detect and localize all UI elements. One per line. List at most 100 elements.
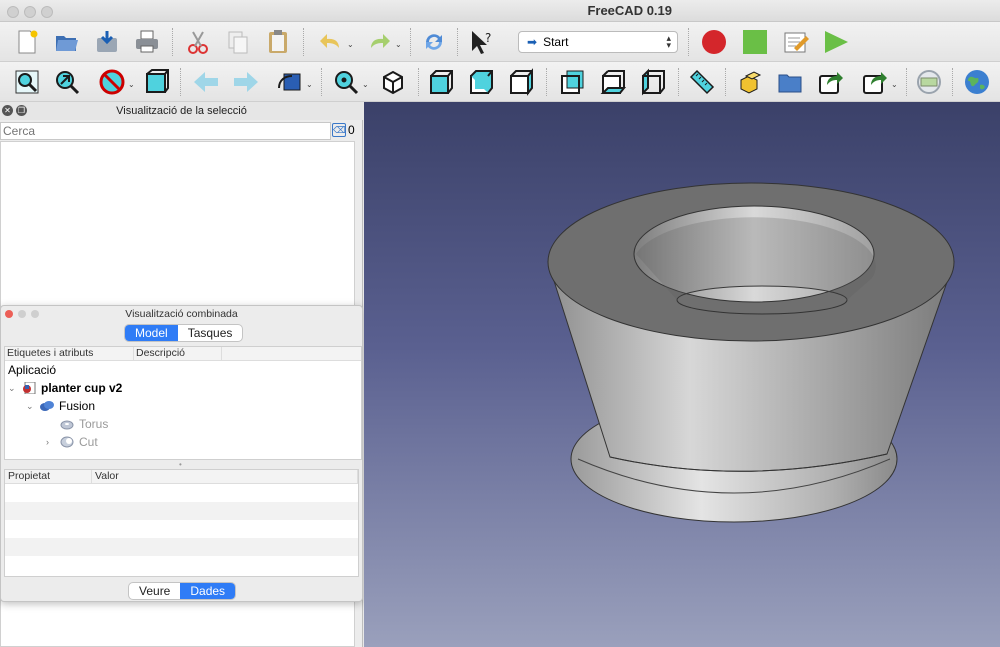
fusion-icon bbox=[40, 401, 54, 411]
property-row bbox=[5, 538, 358, 556]
tree-header-labels[interactable]: Etiquetes i atributs bbox=[5, 347, 134, 360]
web-icon[interactable] bbox=[962, 67, 992, 97]
chevron-updown-icon: ▴ ▾ bbox=[666, 33, 671, 50]
workbench-arrow-icon: ➡ bbox=[527, 35, 538, 49]
fit-selection-icon[interactable] bbox=[52, 67, 82, 97]
combo-view-title: Visualització combinada bbox=[125, 308, 238, 320]
close-combo-button[interactable] bbox=[5, 310, 13, 318]
copy-icon[interactable] bbox=[223, 27, 253, 57]
link-icon[interactable] bbox=[816, 67, 846, 97]
group-icon[interactable] bbox=[775, 67, 805, 97]
chevron-right-icon[interactable]: › bbox=[46, 437, 60, 447]
refresh-icon[interactable] bbox=[419, 27, 449, 57]
link-actions-icon[interactable] bbox=[860, 67, 890, 97]
redo-icon[interactable] bbox=[364, 27, 394, 57]
property-row bbox=[5, 484, 358, 502]
window-title: FreeCAD 0.19 bbox=[587, 3, 672, 18]
run-macro-icon[interactable] bbox=[821, 27, 851, 57]
chevron-down-icon[interactable]: ⌄ bbox=[26, 401, 40, 412]
fusion-label: Fusion bbox=[59, 399, 96, 413]
paste-icon[interactable] bbox=[263, 27, 293, 57]
open-icon[interactable] bbox=[52, 27, 82, 57]
bounding-box-icon[interactable] bbox=[142, 67, 172, 97]
close-panel-icon[interactable]: ✕ bbox=[2, 105, 13, 116]
whats-this-icon[interactable]: ? bbox=[467, 27, 497, 57]
selection-count: 0 bbox=[348, 123, 355, 137]
forward-icon[interactable] bbox=[231, 67, 261, 97]
tree-item-torus[interactable]: Torus bbox=[46, 415, 108, 433]
global-placement-icon[interactable] bbox=[914, 67, 944, 97]
workbench-label: Start bbox=[543, 35, 569, 49]
std-views-icon[interactable] bbox=[331, 67, 361, 97]
fit-all-icon[interactable] bbox=[12, 67, 42, 97]
property-header[interactable]: Propietat bbox=[5, 470, 92, 483]
right-view-icon[interactable] bbox=[506, 67, 536, 97]
tab-model[interactable]: Model bbox=[125, 325, 178, 341]
edit-macro-icon[interactable] bbox=[781, 27, 811, 57]
combo-view-panel: Visualització combinada Model Tasques Et… bbox=[0, 305, 363, 602]
property-editor: Propietat Valor bbox=[4, 469, 359, 577]
front-view-icon[interactable] bbox=[426, 67, 456, 97]
print-icon[interactable] bbox=[132, 27, 162, 57]
tree-item-document[interactable]: ⌄ planter cup v2 bbox=[8, 379, 122, 397]
tab-view[interactable]: Veure bbox=[129, 583, 180, 599]
sync-view-icon[interactable] bbox=[275, 67, 305, 97]
torus-icon bbox=[60, 420, 74, 430]
tab-data[interactable]: Dades bbox=[180, 583, 236, 599]
cut-feature-icon bbox=[60, 436, 74, 448]
combo-view-header: Visualització combinada bbox=[1, 306, 362, 322]
selection-view-header: ✕ ❐ Visualització de la selecció bbox=[0, 102, 363, 120]
tree-header-description[interactable]: Descripció bbox=[134, 347, 222, 360]
3d-viewport[interactable] bbox=[364, 102, 1000, 647]
title-bar: FreeCAD 0.19 bbox=[0, 0, 1000, 22]
record-macro-icon[interactable] bbox=[699, 27, 729, 57]
link-actions-dropdown-icon[interactable]: ⌄ bbox=[891, 80, 898, 89]
document-label: planter cup v2 bbox=[41, 381, 123, 395]
top-view-icon[interactable] bbox=[466, 67, 496, 97]
workbench-selector[interactable]: ➡ Start ▴ ▾ bbox=[518, 31, 678, 53]
save-icon[interactable] bbox=[92, 27, 122, 57]
part-icon[interactable] bbox=[735, 67, 765, 97]
splitter-handle[interactable]: • bbox=[179, 460, 182, 469]
undo-dropdown-icon[interactable]: ⌄ bbox=[347, 40, 354, 49]
back-icon[interactable] bbox=[191, 67, 221, 97]
stop-macro-icon[interactable] bbox=[740, 27, 770, 57]
tree-item-cut[interactable]: › Cut bbox=[46, 433, 98, 451]
redo-dropdown-icon[interactable]: ⌄ bbox=[395, 40, 402, 49]
property-row bbox=[5, 502, 358, 520]
model-tree: Etiquetes i atributs Descripció Aplicaci… bbox=[4, 346, 362, 460]
property-row bbox=[5, 520, 358, 538]
tree-root-label: Aplicació bbox=[8, 363, 57, 377]
tab-tasks[interactable]: Tasques bbox=[178, 325, 243, 341]
torus-label: Torus bbox=[79, 417, 109, 431]
combo-tabs: Model Tasques bbox=[124, 324, 244, 342]
svg-text:?: ? bbox=[485, 31, 491, 45]
undo-icon[interactable] bbox=[316, 27, 346, 57]
rear-view-icon[interactable] bbox=[557, 67, 587, 97]
chevron-down-icon[interactable]: ⌄ bbox=[8, 383, 22, 394]
cut-icon[interactable] bbox=[183, 27, 213, 57]
tree-item-fusion[interactable]: ⌄ Fusion bbox=[26, 397, 95, 415]
new-document-icon[interactable] bbox=[12, 27, 42, 57]
zoom-combo-button[interactable] bbox=[31, 310, 39, 318]
value-header[interactable]: Valor bbox=[92, 470, 358, 483]
cut-label: Cut bbox=[79, 435, 98, 449]
planter-cup-model[interactable] bbox=[364, 102, 1000, 647]
minimize-combo-button[interactable] bbox=[18, 310, 26, 318]
draw-style-icon[interactable] bbox=[97, 67, 127, 97]
selection-view-title: Visualització de la selecció bbox=[116, 105, 247, 117]
main-toolbar: ⌄ ⌄ ? ➡ Start ▴ ▾ bbox=[0, 22, 1000, 62]
std-views-dropdown-icon[interactable]: ⌄ bbox=[362, 80, 369, 89]
search-input[interactable] bbox=[0, 122, 331, 140]
left-view-icon[interactable] bbox=[638, 67, 668, 97]
draw-style-dropdown-icon[interactable]: ⌄ bbox=[128, 80, 135, 89]
clear-search-icon[interactable]: ⌫ bbox=[332, 123, 346, 137]
sync-dropdown-icon[interactable]: ⌄ bbox=[306, 80, 313, 89]
view-data-tabs: Veure Dades bbox=[128, 582, 237, 600]
isometric-icon[interactable] bbox=[378, 67, 408, 97]
view-toolbar: ⌄ ⌄ ⌄ ⌄ bbox=[0, 62, 1000, 102]
measure-icon[interactable] bbox=[687, 67, 717, 97]
float-panel-icon[interactable]: ❐ bbox=[16, 105, 27, 116]
bottom-view-icon[interactable] bbox=[598, 67, 628, 97]
property-row bbox=[5, 556, 358, 574]
